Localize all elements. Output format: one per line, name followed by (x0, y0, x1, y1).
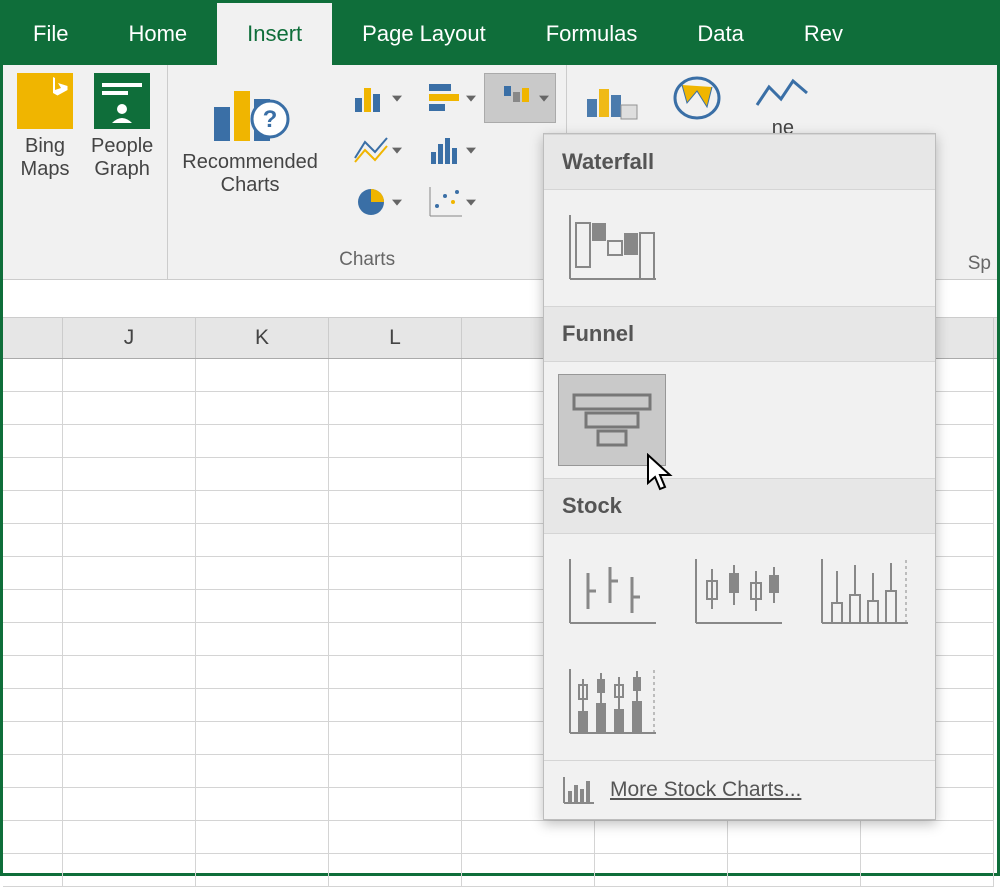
stock-chart-ohlc-option[interactable] (684, 546, 792, 638)
insert-pie-chart-button[interactable] (336, 177, 408, 227)
charts-group-label: Charts (339, 245, 395, 275)
insert-statistic-chart-button[interactable] (410, 125, 482, 175)
sparklines-group-label-partial: Sp (968, 253, 991, 275)
people-graph-button[interactable]: PeopleGraph (87, 73, 157, 181)
tab-page-layout[interactable]: Page Layout (332, 3, 516, 65)
recommended-label-1: Recommended (182, 151, 318, 174)
insert-column-chart-button[interactable] (336, 73, 408, 123)
insert-line-chart-button[interactable] (336, 125, 408, 175)
tab-review[interactable]: Rev (774, 3, 873, 65)
col-header-k[interactable]: K (196, 318, 329, 358)
waterfall-chart-option[interactable] (558, 202, 666, 294)
people-graph-icon (94, 73, 150, 129)
tab-home[interactable]: Home (98, 3, 217, 65)
more-stock-charts-link[interactable]: More Stock Charts... (544, 760, 935, 819)
insert-bar-chart-button[interactable] (410, 73, 482, 123)
waterfall-section-header: Waterfall (544, 134, 935, 190)
insert-stock-waterfall-chart-button[interactable] (484, 73, 556, 123)
stock-chart-hlc-option[interactable] (558, 546, 666, 638)
tab-insert[interactable]: Insert (217, 3, 332, 65)
stock-section-header: Stock (544, 478, 935, 534)
bing-maps-label: BingMaps (21, 135, 70, 181)
col-header-j[interactable]: J (63, 318, 196, 358)
tab-data[interactable]: Data (667, 3, 773, 65)
svg-text:?: ? (263, 106, 278, 133)
bing-maps-button[interactable]: BingMaps (13, 73, 77, 181)
recommended-charts-icon: ? (208, 73, 292, 151)
bing-icon (17, 73, 73, 129)
chart-type-dropdown: Waterfall Funnel Stock (543, 133, 936, 820)
more-charts-icon (562, 775, 596, 805)
col-header-rowsel[interactable] (3, 318, 63, 358)
mouse-cursor-icon (645, 453, 675, 493)
tab-file[interactable]: File (3, 3, 98, 65)
stock-chart-vohlc-option[interactable] (558, 656, 666, 748)
recommended-charts-button[interactable]: ? Recommended Charts (178, 73, 322, 197)
recommended-label-2: Charts (221, 174, 280, 197)
ribbon-tab-bar: File Home Insert Page Layout Formulas Da… (3, 3, 997, 65)
insert-scatter-chart-button[interactable] (410, 177, 482, 227)
stock-chart-vhlc-option[interactable] (810, 546, 918, 638)
more-stock-charts-label: More Stock Charts... (610, 778, 801, 802)
funnel-section-header: Funnel (544, 306, 935, 362)
col-header-l[interactable]: L (329, 318, 462, 358)
tab-formulas[interactable]: Formulas (516, 3, 668, 65)
people-graph-label: PeopleGraph (91, 135, 153, 181)
